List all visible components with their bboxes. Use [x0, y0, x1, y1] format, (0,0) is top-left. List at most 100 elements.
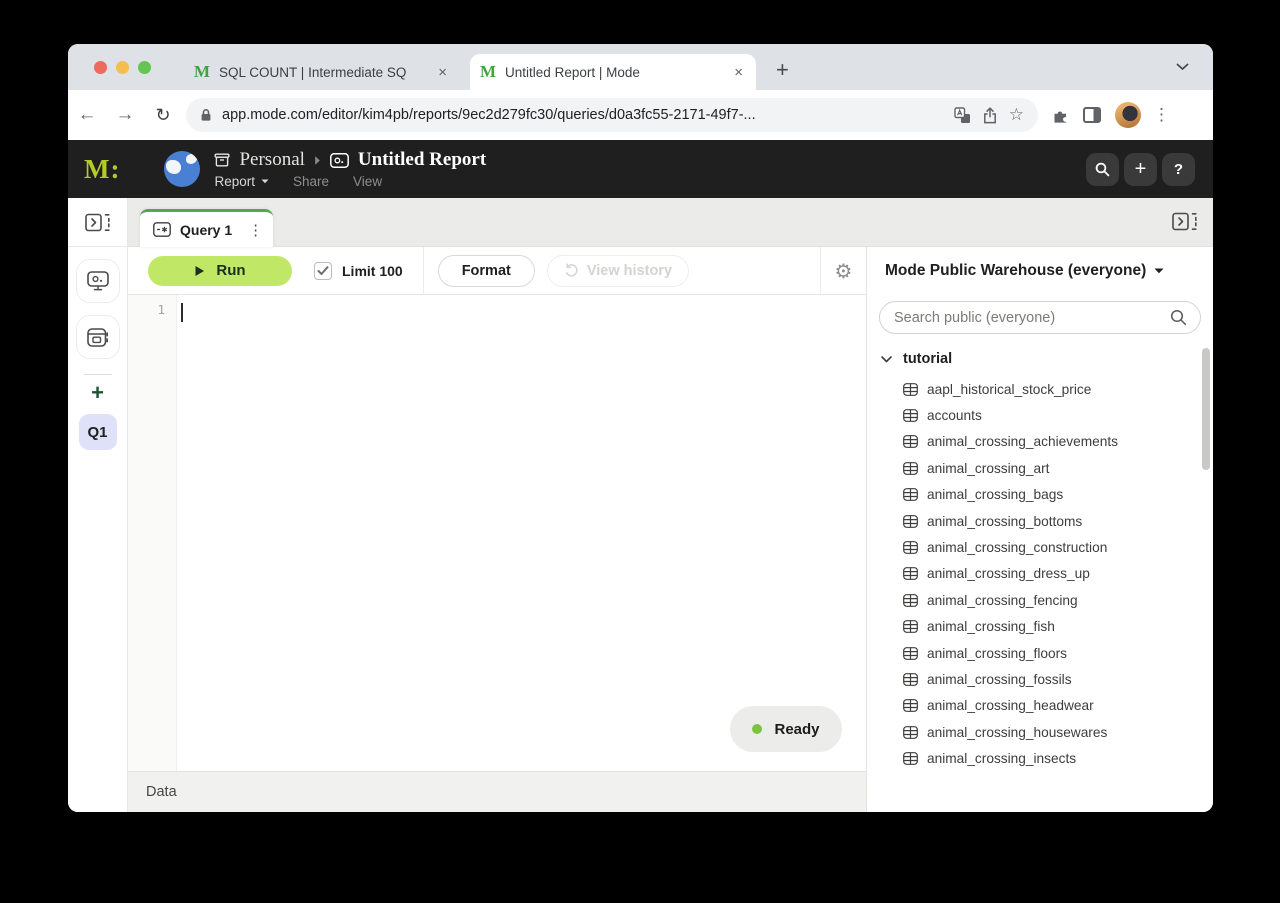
browser-menu-kebab-icon[interactable]: ⋮ — [1153, 105, 1170, 125]
limit-checkbox[interactable] — [314, 261, 332, 280]
bookmark-star-icon[interactable]: ☆ — [1009, 105, 1024, 125]
table-name: animal_crossing_bottoms — [927, 513, 1083, 529]
header-help-button[interactable]: ? — [1162, 152, 1195, 186]
sql-editor[interactable]: 1 Ready — [128, 295, 866, 771]
menu-share[interactable]: Share — [293, 174, 329, 189]
table-row[interactable]: aapl_historical_stock_price — [867, 376, 1213, 402]
query-editor-panel: Run Limit 100 Format View history ⚙ 1 Re… — [128, 246, 866, 812]
table-row[interactable]: animal_crossing_bottoms — [867, 508, 1213, 534]
profile-avatar[interactable] — [1115, 102, 1141, 128]
table-icon — [903, 382, 918, 396]
header-actions: + ? — [1086, 152, 1195, 186]
browser-tab-strip: M SQL COUNT | Intermediate SQ × M Untitl… — [68, 44, 1213, 90]
extensions-puzzle-icon[interactable] — [1052, 107, 1069, 124]
address-bar[interactable]: app.mode.com/editor/kim4pb/reports/9ec2d… — [186, 98, 1038, 132]
mode-logo[interactable]: M: — [84, 154, 120, 185]
query-icon — [153, 222, 171, 237]
close-tab-icon[interactable]: × — [731, 64, 746, 81]
line-number: 1 — [157, 302, 165, 317]
browser-toolbar: ← → ↻ app.mode.com/editor/kim4pb/reports… — [68, 90, 1213, 140]
tab-search-chevron-icon[interactable] — [1176, 63, 1189, 71]
back-button[interactable]: ← — [68, 104, 106, 126]
collapse-left-panel-icon[interactable] — [85, 213, 110, 232]
zoom-window-button[interactable] — [138, 61, 151, 74]
table-row[interactable]: animal_crossing_housewares — [867, 719, 1213, 745]
breadcrumb-report-title[interactable]: Untitled Report — [358, 149, 486, 171]
limit-label[interactable]: Limit 100 — [342, 263, 403, 279]
table-name: aapl_historical_stock_price — [927, 381, 1092, 397]
editor-settings-cell: ⚙ — [820, 246, 866, 295]
table-row[interactable]: animal_crossing_construction — [867, 534, 1213, 560]
browser-tab-untitled-report[interactable]: M Untitled Report | Mode × — [470, 54, 756, 90]
gear-icon[interactable]: ⚙ — [835, 261, 853, 281]
add-query-button[interactable]: + — [91, 382, 104, 404]
share-icon[interactable] — [983, 106, 997, 124]
data-footer-bar: Data — [128, 771, 866, 812]
side-panel-icon[interactable] — [1083, 107, 1101, 123]
workspace-box-icon — [214, 152, 230, 168]
table-icon — [903, 699, 918, 713]
table-name: animal_crossing_bags — [927, 487, 1064, 503]
warehouse-selector[interactable]: Mode Public Warehouse (everyone) — [867, 247, 1213, 295]
workspace-avatar-globe[interactable] — [164, 151, 201, 187]
run-button[interactable]: Run — [148, 255, 292, 286]
table-row[interactable]: animal_crossing_insects — [867, 745, 1213, 771]
mode-app-header: M: Personal Untitled Report Report Share… — [68, 140, 1213, 198]
table-icon — [903, 409, 918, 422]
table-row[interactable]: animal_crossing_achievements — [867, 429, 1213, 455]
close-tab-icon[interactable]: × — [435, 64, 450, 81]
table-row[interactable]: animal_crossing_headwear — [867, 693, 1213, 719]
table-icon — [903, 752, 918, 766]
table-row[interactable]: animal_crossing_bags — [867, 482, 1213, 508]
query-1-badge[interactable]: Q1 — [78, 414, 117, 450]
minimize-window-button[interactable] — [116, 61, 129, 74]
warehouse-title: Mode Public Warehouse (everyone) — [885, 262, 1147, 279]
schema-tree: tutorial aapl_historical_stock_price acc… — [867, 351, 1213, 812]
schema-node-tutorial[interactable]: tutorial — [867, 351, 1213, 367]
table-row[interactable]: animal_crossing_fish — [867, 614, 1213, 640]
table-name: animal_crossing_floors — [927, 645, 1067, 661]
schema-label: tutorial — [903, 351, 953, 367]
table-icon — [903, 593, 918, 607]
breadcrumb-chevron-icon — [314, 155, 321, 166]
browser-tab-sql-count[interactable]: M SQL COUNT | Intermediate SQ × — [184, 54, 460, 90]
reload-button[interactable]: ↻ — [144, 105, 182, 126]
table-row[interactable]: accounts — [867, 402, 1213, 428]
header-add-button[interactable]: + — [1124, 152, 1157, 186]
menu-report[interactable]: Report — [214, 174, 269, 189]
search-icon — [1170, 309, 1187, 326]
translate-icon[interactable] — [954, 106, 971, 124]
table-row[interactable]: animal_crossing_floors — [867, 640, 1213, 666]
query-tab[interactable]: Query 1 ⋮ — [140, 209, 274, 247]
menu-view[interactable]: View — [353, 174, 382, 189]
data-tab[interactable]: Data — [146, 784, 177, 800]
table-icon — [903, 514, 918, 528]
schema-search-input[interactable] — [894, 309, 1170, 326]
new-tab-button[interactable]: + — [776, 59, 789, 81]
browser-window: M SQL COUNT | Intermediate SQ × M Untitl… — [68, 44, 1213, 812]
table-name: animal_crossing_construction — [927, 540, 1108, 556]
table-name: animal_crossing_dress_up — [927, 566, 1090, 582]
header-search-button[interactable] — [1086, 152, 1119, 186]
status-badge: Ready — [730, 706, 842, 752]
notebook-button[interactable] — [75, 315, 120, 359]
close-window-button[interactable] — [94, 61, 107, 74]
query-tab-menu-kebab-icon[interactable]: ⋮ — [248, 221, 263, 239]
report-view-button[interactable] — [75, 259, 120, 303]
table-row[interactable]: animal_crossing_fossils — [867, 666, 1213, 692]
table-icon — [903, 567, 918, 581]
report-icon — [329, 152, 349, 168]
view-history-button[interactable]: View history — [546, 254, 690, 287]
table-row[interactable]: animal_crossing_dress_up — [867, 561, 1213, 587]
breadcrumb-workspace[interactable]: Personal — [239, 149, 304, 171]
forward-button[interactable]: → — [106, 104, 144, 126]
table-icon — [903, 461, 918, 475]
collapse-right-panel-icon[interactable] — [1172, 212, 1197, 231]
tab-title: SQL COUNT | Intermediate SQ — [219, 64, 407, 80]
format-button[interactable]: Format — [437, 254, 535, 287]
table-row[interactable]: animal_crossing_art — [867, 455, 1213, 481]
table-row[interactable]: animal_crossing_fencing — [867, 587, 1213, 613]
table-list: aapl_historical_stock_price accounts ani… — [867, 376, 1213, 772]
panel-scrollbar-thumb[interactable] — [1202, 348, 1210, 470]
padlock-icon[interactable] — [200, 108, 212, 122]
